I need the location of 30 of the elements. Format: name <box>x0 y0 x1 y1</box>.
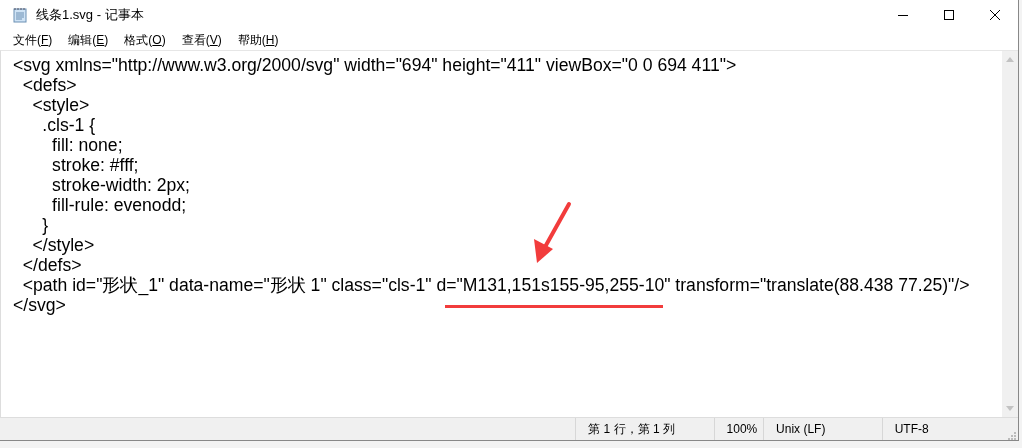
scroll-up-icon[interactable] <box>1006 57 1014 62</box>
scroll-down-icon[interactable] <box>1006 406 1014 411</box>
code-line: <path id="形状_1" data-name="形状 1" class="cls-1" d="M131,151s155-95,255-10" transform="translate(88.438 77.25)"/> <box>21 276 970 294</box>
status-text: 第 1 行，第 1 列 <box>575 418 714 440</box>
menu-item[interactable]: 帮助(H) <box>230 29 286 51</box>
code-line: fill: none; <box>51 136 123 154</box>
menu-item[interactable]: 格式(O) <box>117 29 173 51</box>
code-line: .cls-1 { <box>41 116 96 134</box>
code-line: fill-rule: evenodd; <box>51 196 187 214</box>
menu-item[interactable]: 文件(F) <box>6 29 60 51</box>
annotation-arrow <box>534 202 571 263</box>
maximize-icon <box>943 9 955 21</box>
code-line: </svg> <box>13 296 66 314</box>
code-line: stroke: #fff; <box>51 156 139 174</box>
close-icon <box>989 9 1001 21</box>
status-text: Unix (LF) <box>763 418 882 440</box>
notepad-icon <box>12 7 28 23</box>
code-line: </style> <box>31 236 95 254</box>
code-line: <style> <box>31 96 90 114</box>
window-title: 线条1.svg - 记事本 <box>36 6 144 24</box>
code-line: } <box>41 216 49 234</box>
resize-grip-icon[interactable] <box>1006 430 1016 440</box>
status-text: 100% <box>713 418 764 440</box>
menu-item[interactable]: 查看(V) <box>174 29 229 51</box>
code-line: <defs> <box>21 76 77 94</box>
code-line: </defs> <box>21 256 82 274</box>
code-line: <svg xmlns="http://www.w3.org/2000/svg" width="694" height="411" viewBox="0 0 694 411"> <box>13 56 737 74</box>
status-text: UTF-8 <box>881 418 1007 440</box>
code-line: stroke-width: 2px; <box>51 176 190 194</box>
menu-item[interactable]: 编辑(E) <box>61 29 116 51</box>
